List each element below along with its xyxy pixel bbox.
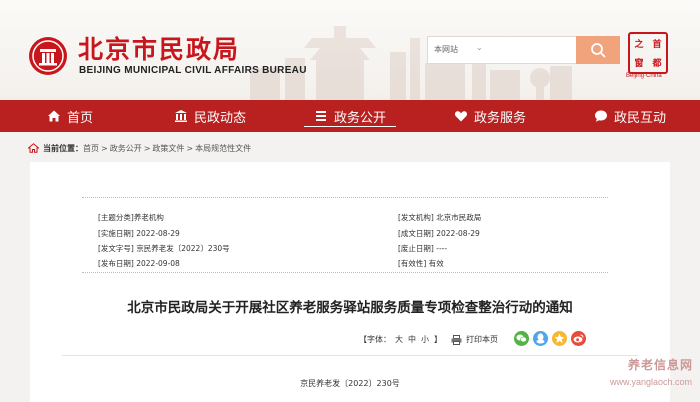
print-label: 打印本页 (466, 335, 498, 344)
breadcrumb-label: 当前位置： (43, 143, 83, 153)
nav-item-open-government[interactable]: 政务公开 (280, 100, 420, 132)
building-icon (174, 110, 187, 122)
nav-item-label: 民政动态 (193, 110, 246, 126)
meta-validity: [有效性] 有效 (398, 259, 444, 268)
home-icon (28, 143, 39, 153)
nav-item-interaction[interactable]: 政民互动 (560, 100, 700, 132)
share-qq-button[interactable] (533, 331, 548, 346)
meta-issuer: [发文机构] 北京市民政局 (398, 213, 482, 222)
site-title: 北京市民政局 (78, 35, 241, 64)
meta-topic: [主题分类]养老机构 (98, 213, 164, 222)
document-metadata-table: [主题分类]养老机构 [发文机构] 北京市民政局 [实施日期] 2022-08-… (82, 197, 608, 273)
meta-doc-number: [发文字号] 京民养老发〔2022〕230号 (98, 244, 230, 253)
bureau-emblem-logo (29, 37, 67, 75)
breadcrumb-separator: > (101, 143, 108, 153)
nav-item-news[interactable]: 民政动态 (140, 100, 280, 132)
meta-effective-date: [实施日期] 2022-08-29 (98, 229, 180, 238)
meta-publish-date: [发布日期] 2022-09-08 (98, 259, 180, 268)
breadcrumb-link[interactable]: 政务公开 (110, 143, 142, 154)
watermark-url: www.yanglaoch.com (610, 377, 693, 387)
document-number: 京民养老发〔2022〕230号 (300, 379, 400, 388)
nav-item-services[interactable]: 政务服务 (420, 100, 560, 132)
qq-icon (536, 333, 545, 344)
search-icon (591, 43, 606, 58)
breadcrumb: 当前位置： 首页 > 政务公开 > 政策文件 > 本局规范性文件 (28, 141, 251, 155)
search-scope-select[interactable]: 本网站 (434, 44, 458, 55)
home-icon (47, 110, 60, 122)
font-size-medium[interactable]: 中 (408, 334, 416, 345)
seal-char: 都 (652, 59, 662, 69)
chat-icon (594, 110, 607, 122)
nav-item-label: 政务服务 (473, 110, 526, 126)
document-title: 北京市民政局关于开展社区养老服务驿站服务质量专项检查整治行动的通知 (127, 300, 573, 316)
font-size-control: 【字体： 大 中 小 】 (359, 334, 446, 345)
search-input[interactable] (490, 40, 570, 60)
breadcrumb-separator: > (143, 143, 151, 153)
font-size-close-bracket: 】 (434, 335, 442, 344)
printer-icon (451, 334, 462, 345)
nav-item-home[interactable]: 首页 (0, 100, 140, 132)
main-nav: 首页 民政动态 政务公开 政务服务 政民互动 (0, 100, 700, 132)
meta-written-date: [成文日期] 2022-08-29 (398, 229, 480, 238)
breadcrumb-link[interactable]: 政策文件 (152, 143, 184, 154)
wechat-icon (516, 334, 527, 343)
breadcrumb-separator: > (186, 143, 194, 153)
weibo-icon (573, 334, 584, 343)
font-size-label: 【字体： (359, 335, 391, 344)
search-box: 本网站 ⌄ (427, 36, 577, 64)
site-title-english: BEIJING MUNICIPAL CIVIL AFFAIRS BUREAU (79, 65, 307, 76)
watermark-text: 养老信息网 (628, 358, 694, 372)
seal-caption: Beijing·China (626, 73, 662, 79)
heart-icon (454, 111, 468, 122)
print-button[interactable]: 打印本页 (451, 334, 498, 345)
breadcrumb-link[interactable]: 本局规范性文件 (195, 143, 251, 154)
nav-item-label: 首页 (66, 110, 93, 126)
document-icon (315, 111, 326, 121)
nav-item-label: 政务公开 (333, 110, 386, 126)
share-weibo-button[interactable] (571, 331, 586, 346)
chevron-down-icon[interactable]: ⌄ (476, 43, 483, 52)
breadcrumb-link[interactable]: 首页 (83, 143, 99, 154)
share-buttons (514, 331, 586, 346)
capital-window-seal-logo[interactable]: 之 首 窗 都 (628, 32, 668, 74)
share-qzone-button[interactable] (552, 331, 567, 346)
content-divider (62, 355, 638, 356)
font-size-large[interactable]: 大 (395, 334, 403, 345)
qzone-icon (554, 333, 565, 343)
seal-char: 窗 (634, 59, 644, 69)
font-size-small[interactable]: 小 (421, 334, 429, 345)
search-button[interactable] (576, 36, 620, 64)
meta-repeal-date: [废止日期] ---- (398, 244, 448, 253)
seal-char: 首 (652, 40, 662, 50)
share-wechat-button[interactable] (514, 331, 529, 346)
nav-item-label: 政民互动 (613, 110, 666, 126)
seal-char: 之 (634, 40, 644, 50)
